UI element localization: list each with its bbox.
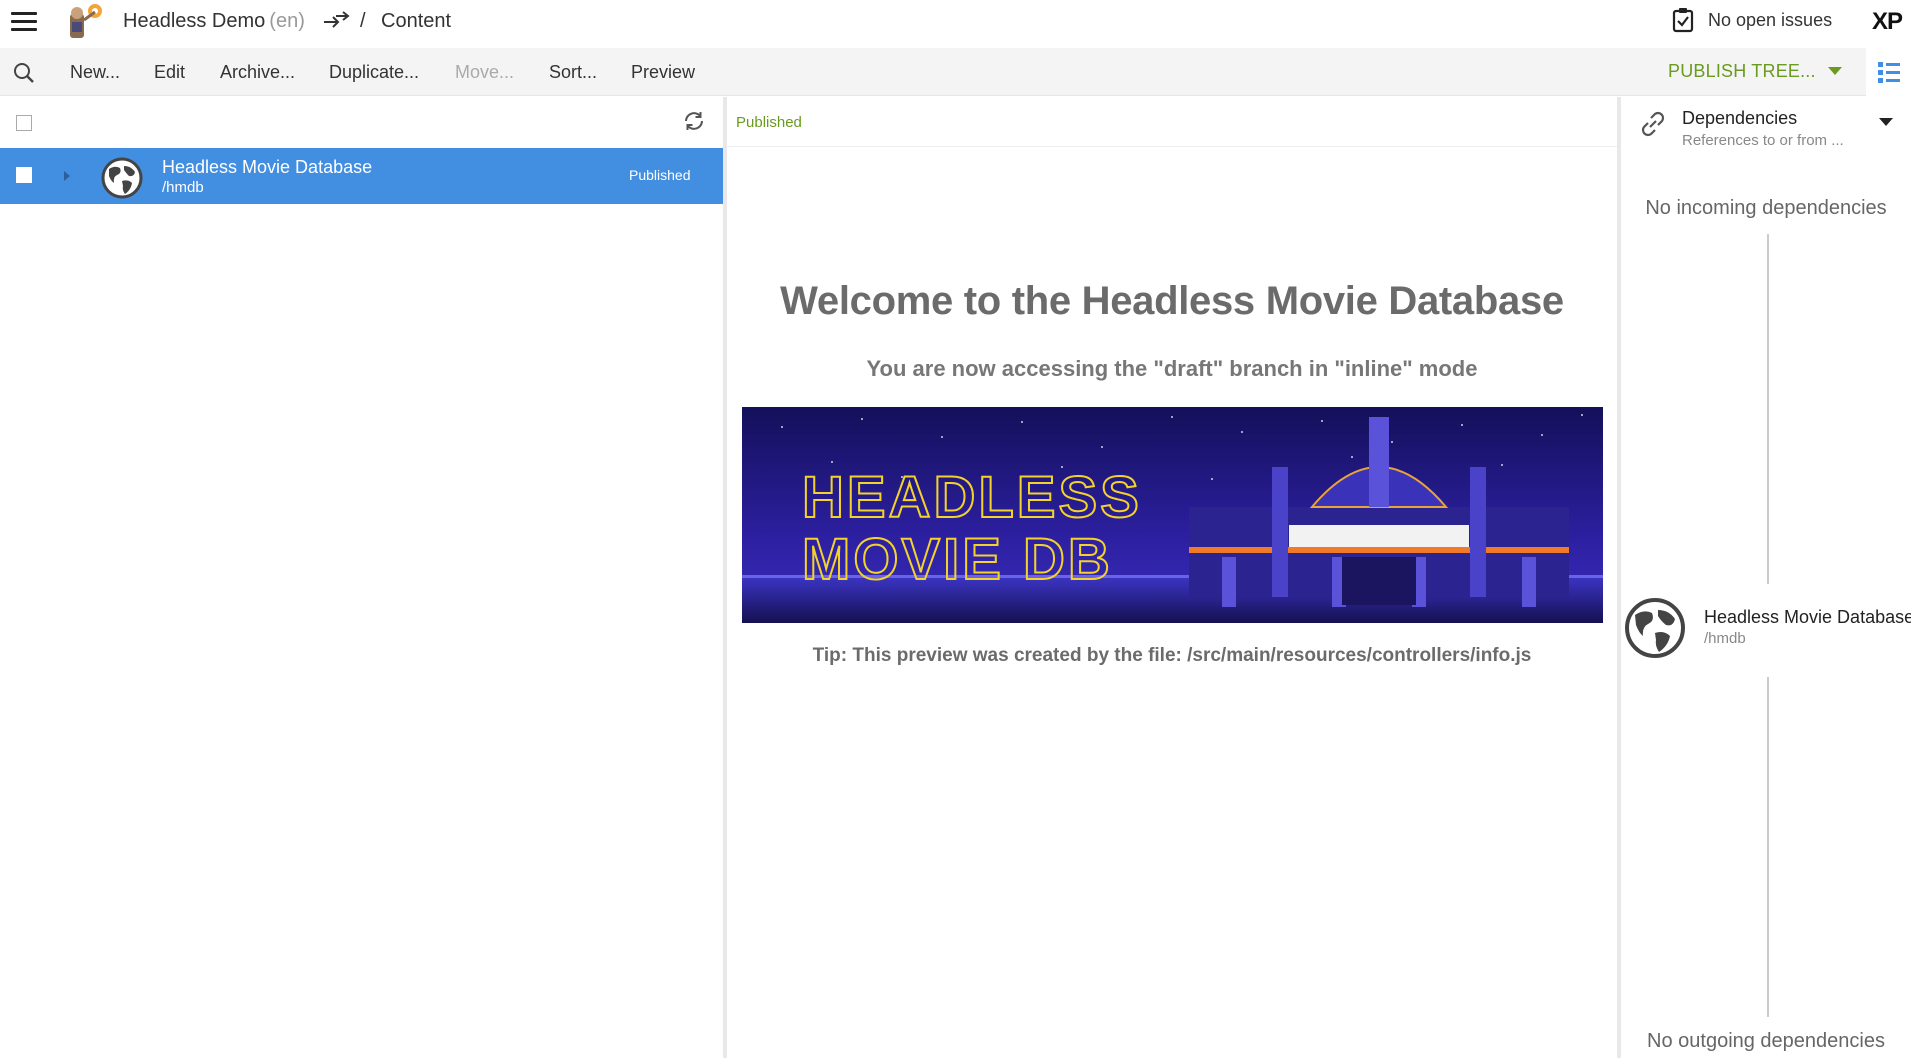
row-title: Headless Movie Database <box>162 157 373 177</box>
dependency-line-top <box>1767 234 1769 584</box>
hamburger-menu-icon[interactable] <box>11 12 37 32</box>
status-badge: Published <box>629 167 691 183</box>
preview-status-label: Published <box>736 114 802 131</box>
dependency-node-globe-icon <box>1625 598 1685 658</box>
select-all-checkbox[interactable] <box>16 115 32 131</box>
dependency-node-path: /hmdb <box>1704 630 1746 647</box>
switch-project-icon[interactable] <box>322 10 350 30</box>
xp-logo[interactable]: XP <box>1872 8 1903 36</box>
banner-text-line2: MOVIE DB <box>802 527 1113 592</box>
sort-button[interactable]: Sort... <box>549 62 597 83</box>
tree-row[interactable]: Headless Movie Database /hmdb Published <box>0 148 723 204</box>
top-bar: Headless Demo (en) / Content No open issu… <box>0 0 1911 42</box>
no-outgoing-dependencies: No outgoing dependencies <box>1647 1030 1885 1052</box>
edit-button[interactable]: Edit <box>154 62 185 83</box>
project-name: Headless Demo <box>123 10 266 32</box>
search-icon[interactable] <box>13 62 35 84</box>
preview-divider <box>727 146 1617 147</box>
issues-label: No open issues <box>1708 9 1833 30</box>
dependency-node-title: Headless Movie Database <box>1704 607 1911 627</box>
toggle-details-panel-button[interactable] <box>1866 48 1911 96</box>
content-toolbar: New... Edit Archive... Duplicate... Move… <box>0 48 1911 96</box>
archive-button[interactable]: Archive... <box>220 62 295 83</box>
headless-movie-db-banner: HEADLESS MOVIE DB <box>742 407 1603 623</box>
preview-tip: Tip: This preview was created by the fil… <box>812 645 1532 666</box>
new-button[interactable]: New... <box>70 62 120 83</box>
preview-heading: Welcome to the Headless Movie Database <box>780 279 1564 323</box>
tree-header <box>0 97 723 147</box>
banner-text-line1: HEADLESS <box>802 465 1142 530</box>
expand-caret-icon[interactable] <box>64 171 70 181</box>
dependency-line-bottom <box>1767 677 1769 1017</box>
project-language: (en) <box>269 10 305 32</box>
breadcrumb-current-app: Content <box>381 10 452 32</box>
clipboard-check-icon <box>1672 8 1694 33</box>
widget-selector-chevron-down-icon[interactable] <box>1879 118 1893 126</box>
preview-button[interactable]: Preview <box>631 62 695 83</box>
issues-button[interactable]: No open issues <box>1672 7 1832 33</box>
publish-menu-chevron-down-icon[interactable] <box>1828 67 1842 75</box>
publish-tree-button[interactable]: PUBLISH TREE... <box>1668 61 1816 82</box>
link-icon <box>1641 111 1665 137</box>
duplicate-button[interactable]: Duplicate... <box>329 62 419 83</box>
widget-subtitle: References to or from ... <box>1682 132 1844 149</box>
move-button[interactable]: Move... <box>455 62 514 83</box>
widget-title[interactable]: Dependencies <box>1682 108 1797 129</box>
breadcrumb-separator: / <box>360 10 366 32</box>
project-selector[interactable]: Headless Demo (en) <box>123 10 305 33</box>
row-path: /hmdb <box>162 179 204 196</box>
refresh-icon[interactable] <box>682 109 706 133</box>
globe-icon <box>101 157 143 199</box>
content-tree-panel: Headless Movie Database /hmdb Published <box>0 97 723 1058</box>
preview-subheading: You are now accessing the "draft" branch… <box>866 356 1478 381</box>
preview-panel: Published Welcome to the Headless Movie … <box>727 97 1617 1058</box>
details-panel: Dependencies References to or from ... N… <box>1621 97 1911 1058</box>
app-logo-icon <box>70 4 102 38</box>
row-checkbox[interactable] <box>16 167 32 183</box>
no-incoming-dependencies: No incoming dependencies <box>1645 197 1887 219</box>
list-details-icon <box>1878 62 1900 83</box>
